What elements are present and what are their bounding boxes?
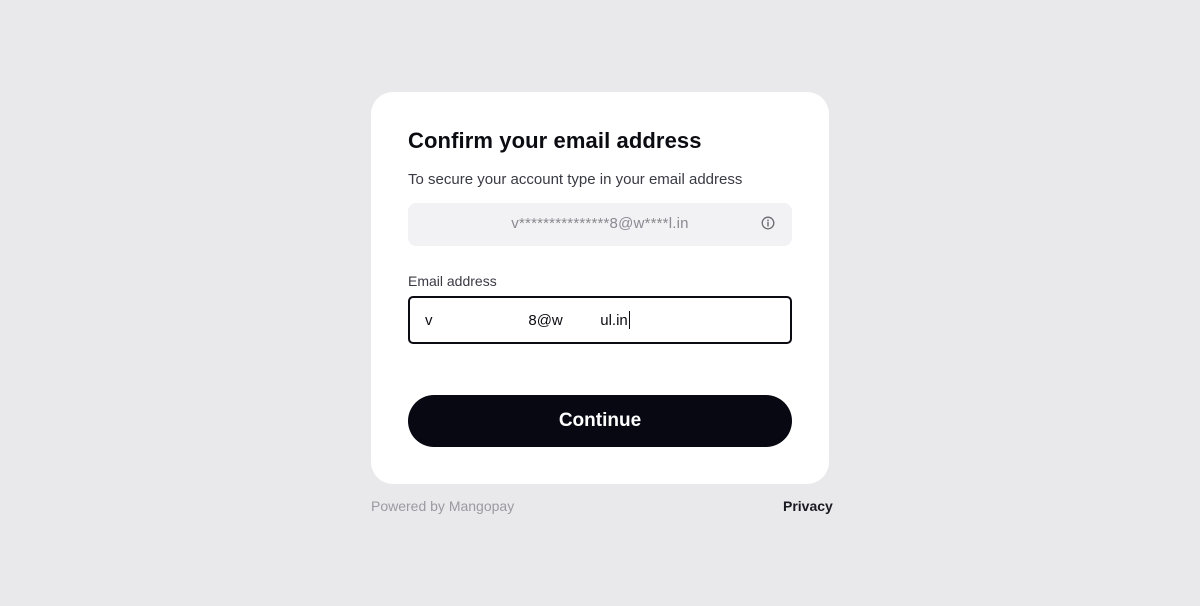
- email-label: Email address: [408, 273, 497, 289]
- continue-button[interactable]: Continue: [408, 395, 792, 447]
- masked-email-box: v***************8@w****l.in: [408, 203, 792, 246]
- info-icon[interactable]: [761, 216, 775, 230]
- privacy-link[interactable]: Privacy: [783, 498, 833, 514]
- email-field-value: v 8@w ul.in: [425, 311, 628, 329]
- masked-email: v***************8@w****l.in: [511, 215, 689, 232]
- confirm-email-card: Confirm your email address To secure you…: [371, 92, 829, 484]
- text-caret: [628, 311, 630, 329]
- email-field[interactable]: v 8@w ul.in: [408, 296, 792, 344]
- powered-by-text: Powered by Mangopay: [371, 498, 515, 514]
- page-title: Confirm your email address: [408, 128, 702, 153]
- subtitle: To secure your account type in your emai…: [408, 171, 743, 188]
